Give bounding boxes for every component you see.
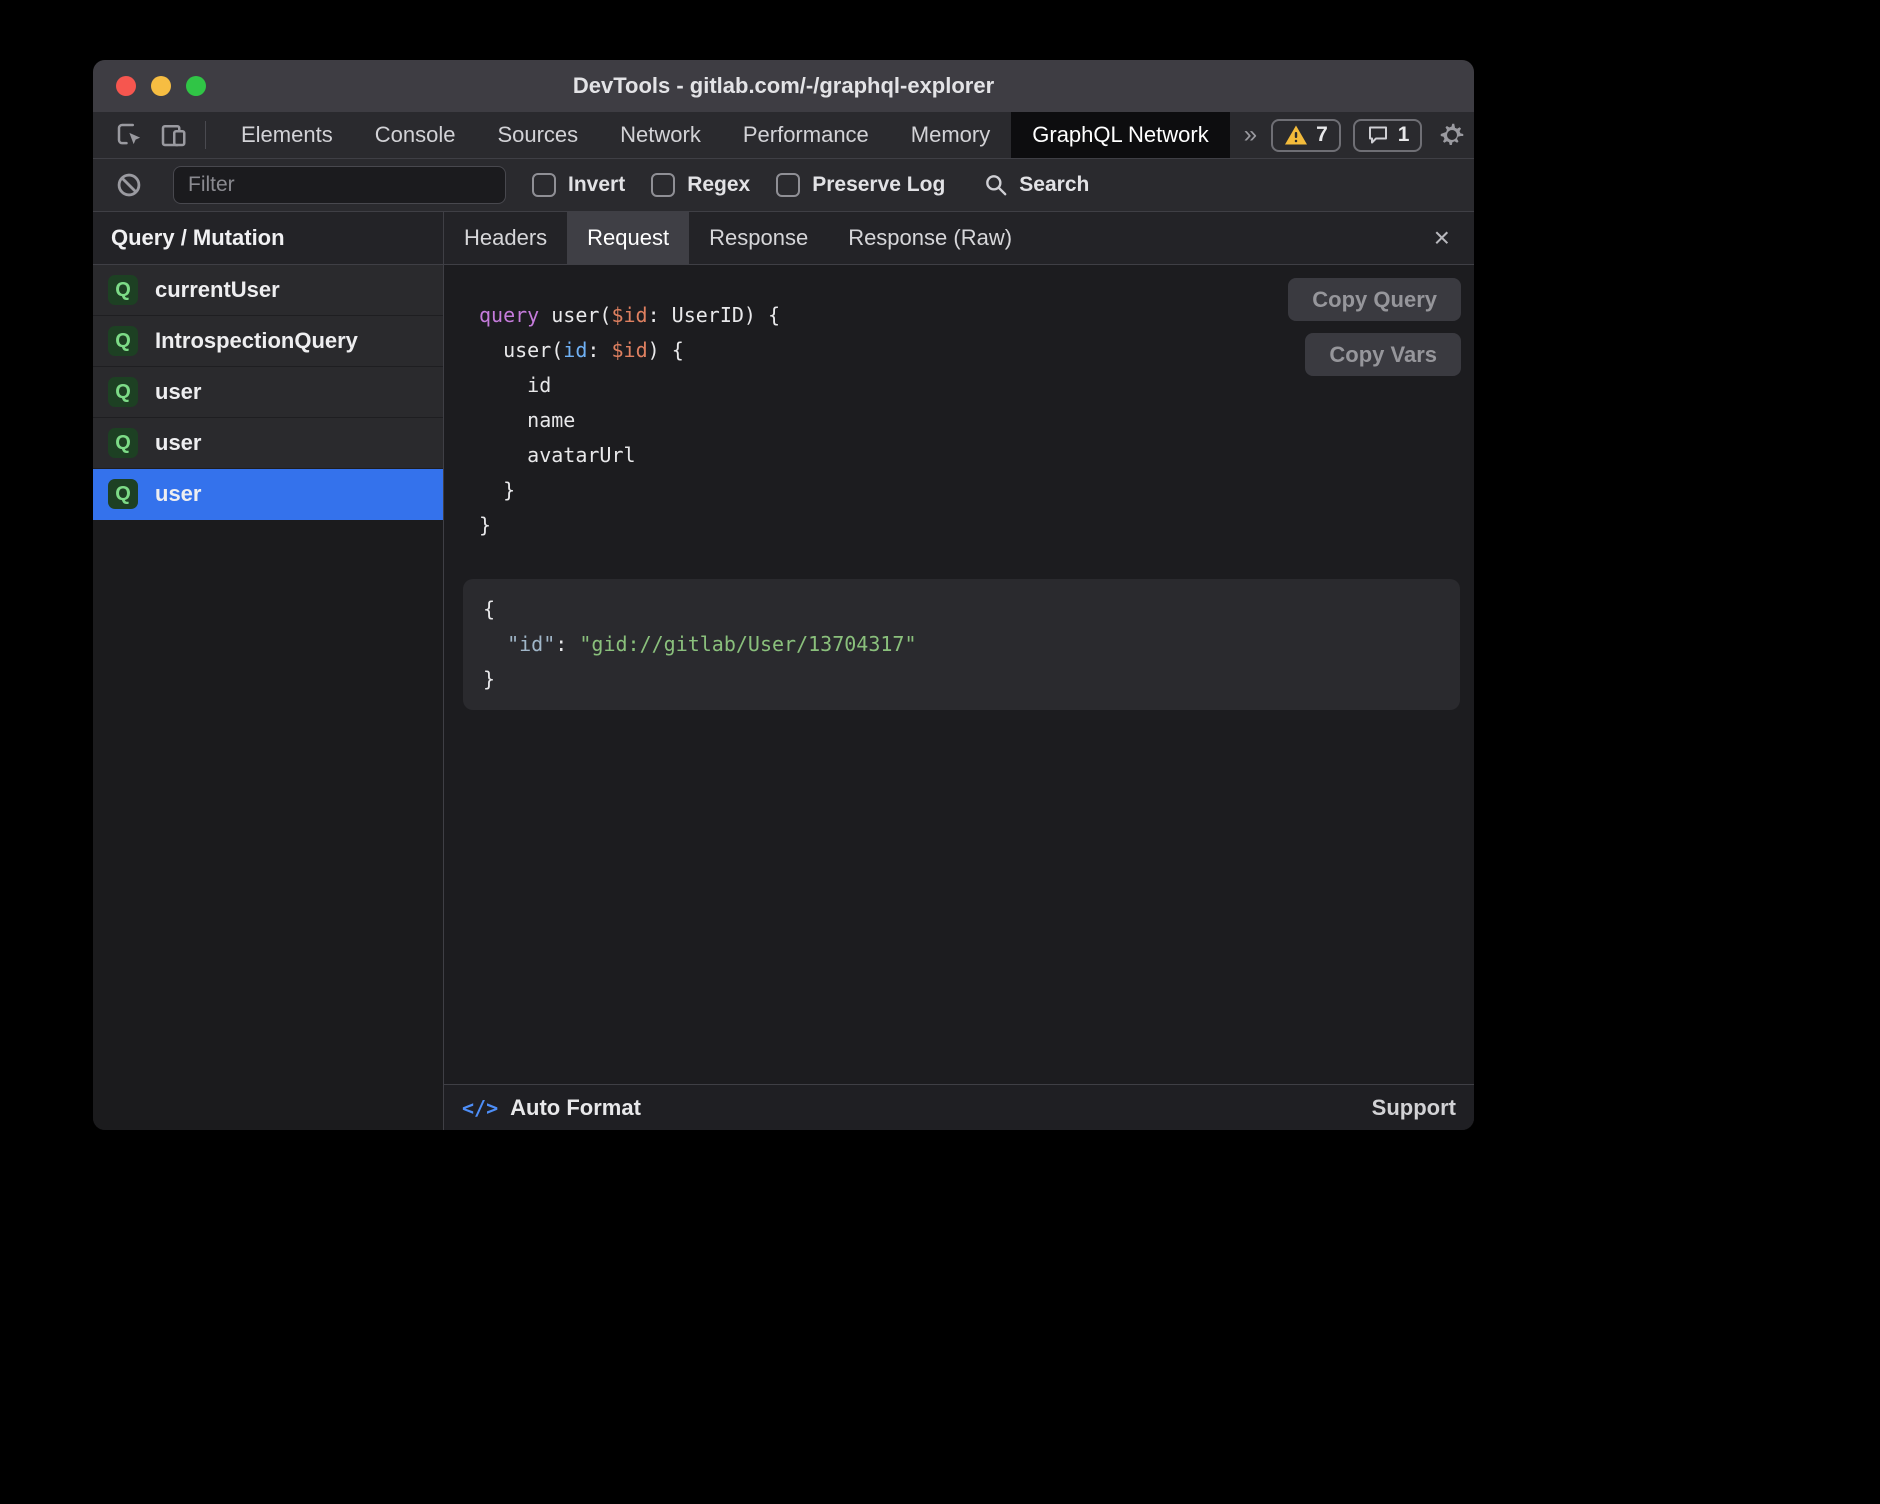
code-brackets-icon: </> — [462, 1096, 498, 1120]
tab-headers[interactable]: Headers — [444, 212, 567, 264]
preserve-log-checkbox-box[interactable] — [776, 173, 800, 197]
inspect-cursor-icon[interactable] — [111, 117, 147, 153]
tab-network[interactable]: Network — [599, 112, 722, 158]
variables-line: { — [483, 592, 1440, 627]
variables-line: } — [483, 662, 1440, 697]
regex-checkbox-box[interactable] — [651, 173, 675, 197]
devtools-toolbar: Elements Console Sources Network Perform… — [93, 112, 1474, 159]
query-type-badge: Q — [108, 479, 138, 509]
tab-sources[interactable]: Sources — [476, 112, 599, 158]
issues-badge[interactable]: 1 — [1353, 119, 1423, 152]
tab-elements[interactable]: Elements — [220, 112, 354, 158]
tab-console[interactable]: Console — [354, 112, 477, 158]
tab-response-raw[interactable]: Response (Raw) — [828, 212, 1032, 264]
invert-checkbox-box[interactable] — [532, 173, 556, 197]
tab-graphql-network[interactable]: GraphQL Network — [1011, 112, 1229, 158]
auto-format-button[interactable]: Auto Format — [510, 1095, 641, 1121]
minimize-window-button[interactable] — [151, 76, 171, 96]
variables-line: "id": "gid://gitlab/User/13704317" — [483, 627, 1440, 662]
list-item-user-3-selected[interactable]: Q user — [93, 469, 443, 520]
search-label: Search — [1019, 173, 1089, 197]
list-item-label: IntrospectionQuery — [155, 328, 358, 354]
query-line: } — [479, 473, 1474, 508]
close-icon[interactable]: × — [1426, 212, 1458, 264]
query-type-badge: Q — [108, 428, 138, 458]
search-icon — [983, 172, 1009, 198]
preserve-log-checkbox[interactable]: Preserve Log — [776, 173, 945, 197]
list-item-user-1[interactable]: Q user — [93, 367, 443, 418]
query-list-sidebar: Query / Mutation Q currentUser Q Introsp… — [93, 212, 444, 1130]
query-type-badge: Q — [108, 326, 138, 356]
close-window-button[interactable] — [116, 76, 136, 96]
detail-tabs: Headers Request Response Response (Raw) … — [444, 212, 1474, 265]
invert-label: Invert — [568, 173, 625, 197]
copy-vars-button[interactable]: Copy Vars — [1305, 333, 1461, 376]
support-link[interactable]: Support — [1372, 1095, 1456, 1121]
toolbar-right-icons: 7 1 — [1271, 112, 1474, 158]
tab-memory[interactable]: Memory — [890, 112, 1011, 158]
request-body: Copy Query Copy Vars query user($id: Use… — [444, 265, 1474, 1084]
list-item-currentuser[interactable]: Q currentUser — [93, 265, 443, 316]
filter-bar: Invert Regex Preserve Log Search — [93, 159, 1474, 212]
title-bar: DevTools - gitlab.com/-/graphql-explorer — [93, 60, 1474, 112]
preserve-log-label: Preserve Log — [812, 173, 945, 197]
filter-input[interactable] — [173, 166, 506, 204]
query-line: } — [479, 508, 1474, 543]
warning-triangle-icon — [1284, 124, 1308, 146]
panel-footer: </> Auto Format Support — [444, 1084, 1474, 1130]
list-item-user-2[interactable]: Q user — [93, 418, 443, 469]
copy-query-button[interactable]: Copy Query — [1288, 278, 1461, 321]
list-item-label: user — [155, 430, 201, 456]
regex-label: Regex — [687, 173, 750, 197]
toolbar-left-icons — [103, 112, 220, 158]
traffic-lights — [116, 60, 206, 112]
query-line: name — [479, 403, 1474, 438]
gear-icon[interactable] — [1434, 117, 1470, 153]
tab-performance[interactable]: Performance — [722, 112, 890, 158]
invert-checkbox[interactable]: Invert — [532, 173, 625, 197]
issues-count: 1 — [1398, 123, 1410, 147]
list-item-label: currentUser — [155, 277, 280, 303]
query-type-badge: Q — [108, 275, 138, 305]
devtools-window: DevTools - gitlab.com/-/graphql-explorer… — [93, 60, 1474, 1130]
tab-request[interactable]: Request — [567, 212, 689, 264]
zoom-window-button[interactable] — [186, 76, 206, 96]
tab-response[interactable]: Response — [689, 212, 828, 264]
list-item-label: user — [155, 481, 201, 507]
regex-checkbox[interactable]: Regex — [651, 173, 750, 197]
warning-count: 7 — [1316, 123, 1328, 147]
search-button[interactable]: Search — [983, 172, 1089, 198]
query-type-badge: Q — [108, 377, 138, 407]
list-item-label: user — [155, 379, 201, 405]
window-title: DevTools - gitlab.com/-/graphql-explorer — [93, 73, 1474, 99]
message-bubble-icon — [1366, 123, 1390, 147]
main-split: Query / Mutation Q currentUser Q Introsp… — [93, 212, 1474, 1130]
detail-panel: Headers Request Response Response (Raw) … — [444, 212, 1474, 1130]
toolbar-separator — [205, 121, 206, 149]
more-tabs-chevron[interactable]: » — [1230, 112, 1271, 158]
query-variables-box: { "id": "gid://gitlab/User/13704317" } — [463, 579, 1460, 710]
list-item-introspectionquery[interactable]: Q IntrospectionQuery — [93, 316, 443, 367]
block-clear-icon[interactable] — [111, 167, 147, 203]
sidebar-header: Query / Mutation — [93, 212, 443, 265]
warnings-badge[interactable]: 7 — [1271, 119, 1341, 152]
device-toolbar-icon[interactable] — [155, 117, 191, 153]
query-line: avatarUrl — [479, 438, 1474, 473]
